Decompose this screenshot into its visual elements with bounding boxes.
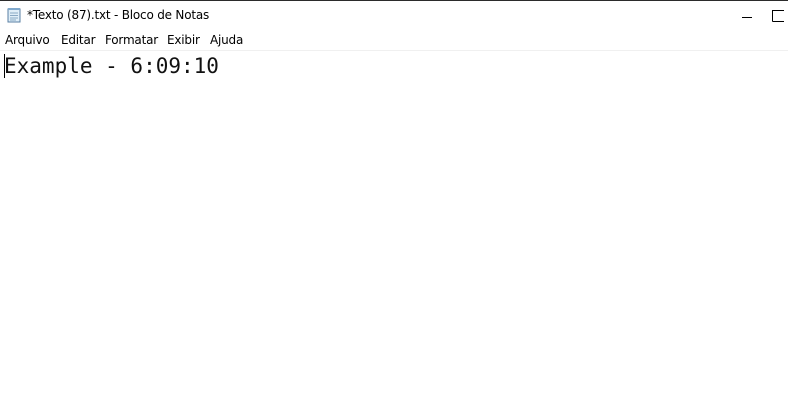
menu-bar: Arquivo Editar Formatar Exibir Ajuda (0, 30, 788, 50)
menu-formatar[interactable]: Formatar (105, 33, 158, 47)
minimize-button[interactable] (724, 2, 770, 30)
editor-content: Example - 6:09:10 (4, 54, 219, 78)
menu-editar[interactable]: Editar (61, 33, 96, 47)
maximize-button[interactable] (770, 2, 788, 30)
notepad-window: *Texto (87).txt - Bloco de Notas Arquivo… (0, 0, 788, 403)
notepad-icon[interactable] (6, 7, 22, 23)
text-editor-area[interactable]: Example - 6:09:10 (0, 51, 788, 403)
text-caret (4, 54, 5, 78)
menu-ajuda[interactable]: Ajuda (210, 33, 243, 47)
menu-exibir[interactable]: Exibir (167, 33, 200, 47)
maximize-icon (772, 7, 784, 26)
minimize-icon (742, 7, 752, 26)
title-bar[interactable]: *Texto (87).txt - Bloco de Notas (0, 1, 788, 30)
window-title: *Texto (87).txt - Bloco de Notas (27, 8, 210, 22)
menu-arquivo[interactable]: Arquivo (5, 33, 50, 47)
